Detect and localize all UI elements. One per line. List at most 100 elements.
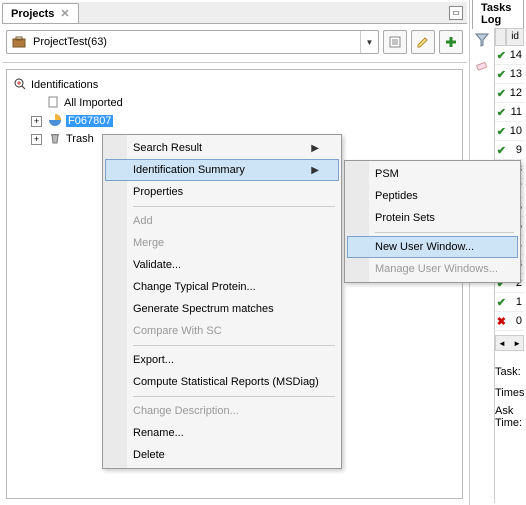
table-row[interactable]: ✔14: [495, 46, 524, 65]
horizontal-scrollbar[interactable]: ◄ ►: [495, 335, 524, 351]
check-icon: ✔: [495, 87, 508, 100]
menu-item-label: Rename...: [133, 427, 184, 439]
menu-item[interactable]: Rename...: [105, 422, 339, 444]
menu-item: Compare With SC: [105, 320, 339, 342]
document-icon: [46, 95, 60, 112]
tree-root-label: Identifications: [31, 79, 98, 91]
table-row[interactable]: ✔13: [495, 65, 524, 84]
menu-item-label: Search Result: [133, 142, 202, 154]
cell-id: 0: [508, 315, 524, 327]
menu-item-label: Delete: [133, 449, 165, 461]
scroll-left-icon[interactable]: ◄: [496, 339, 508, 348]
expand-icon[interactable]: +: [31, 134, 42, 145]
cell-id: 12: [508, 87, 524, 99]
chevron-right-icon: ▶: [311, 165, 319, 176]
menu-item[interactable]: PSM: [347, 163, 518, 185]
close-icon[interactable]: ✕: [60, 7, 69, 20]
timestamp-label: Timestamp: [495, 387, 524, 399]
menu-item-label: Compute Statistical Reports (MSDiag): [133, 376, 319, 388]
cell-id: 13: [508, 68, 524, 80]
table-row[interactable]: ✖0: [495, 312, 524, 331]
funnel-icon[interactable]: [474, 32, 490, 51]
menu-item[interactable]: Protein Sets: [347, 207, 518, 229]
table-row[interactable]: ✔12: [495, 84, 524, 103]
menu-separator: [133, 396, 335, 397]
tree-item-label: Trash: [66, 133, 94, 145]
maximize-icon[interactable]: ▭: [449, 6, 463, 20]
menu-item[interactable]: Compute Statistical Reports (MSDiag): [105, 371, 339, 393]
projects-tab-header: Projects ✕ ▭: [2, 2, 467, 24]
menu-item[interactable]: Export...: [105, 349, 339, 371]
context-menu[interactable]: Search Result ▶ Identification Summary ▶ Pro…: [102, 134, 342, 469]
project-select-label: ProjectTest(63): [31, 36, 360, 48]
chevron-right-icon: ▶: [311, 143, 319, 154]
tree-item-label: All Imported: [64, 97, 123, 109]
task-details: Task: Timestamp Ask Time:: [495, 351, 524, 441]
scroll-right-icon[interactable]: ►: [511, 339, 523, 348]
menu-item-label: Add: [133, 215, 153, 227]
pie-chart-icon: [48, 113, 62, 130]
menu-item[interactable]: Identification Summary ▶: [105, 159, 339, 181]
table-row[interactable]: ✔11: [495, 103, 524, 122]
menu-item[interactable]: Peptides: [347, 185, 518, 207]
menu-item[interactable]: Generate Spectrum matches: [105, 298, 339, 320]
identification-summary-submenu[interactable]: PSM Peptides Protein Sets New User Window..…: [344, 160, 521, 283]
menu-item-label: PSM: [375, 168, 399, 180]
menu-item-label: Change Typical Protein...: [133, 281, 256, 293]
menu-item-label: Peptides: [375, 190, 418, 202]
tree-root[interactable]: Identifications: [13, 76, 456, 94]
chevron-down-icon[interactable]: ▼: [360, 31, 378, 53]
id-column-header[interactable]: id: [506, 28, 524, 46]
tasks-tab-header: Tasks Log: [472, 2, 524, 24]
menu-item-label: Export...: [133, 354, 174, 366]
task-label: Task:: [495, 366, 521, 378]
menu-item[interactable]: New User Window...: [347, 236, 518, 258]
table-row[interactable]: ✔9: [495, 141, 524, 160]
edit-button[interactable]: [411, 30, 435, 54]
magnifier-plus-icon: [13, 77, 27, 94]
menu-item[interactable]: Validate...: [105, 254, 339, 276]
check-icon: ✔: [495, 125, 508, 138]
project-select[interactable]: ProjectTest(63) ▼: [6, 30, 379, 54]
properties-button[interactable]: [383, 30, 407, 54]
menu-item-label: Change Description...: [133, 405, 239, 417]
check-icon: ✔: [495, 296, 508, 309]
tree-item-all-imported[interactable]: All Imported: [13, 94, 456, 112]
suitcase-icon: [11, 34, 27, 50]
ask-time-label: Ask Time:: [495, 405, 524, 429]
menu-item-label: Generate Spectrum matches: [133, 303, 274, 315]
menu-item-label: Compare With SC: [133, 325, 222, 337]
check-icon: ✔: [495, 68, 508, 81]
menu-item-label: Identification Summary: [133, 164, 245, 176]
add-button[interactable]: [439, 30, 463, 54]
tree-item-selected[interactable]: + F067807: [13, 112, 456, 130]
menu-item-label: Manage User Windows...: [375, 263, 498, 275]
trash-icon: [48, 131, 62, 148]
cell-id: 1: [508, 296, 524, 308]
projects-toolbar: ProjectTest(63) ▼: [2, 24, 467, 60]
cell-id: 9: [508, 144, 524, 156]
check-icon: ✔: [495, 49, 508, 62]
table-row[interactable]: ✔10: [495, 122, 524, 141]
menu-item-label: Validate...: [133, 259, 181, 271]
eraser-icon[interactable]: [474, 57, 490, 76]
menu-item: Change Description...: [105, 400, 339, 422]
cell-id: 14: [508, 49, 524, 61]
menu-item-label: Properties: [133, 186, 183, 198]
menu-separator: [133, 206, 335, 207]
tasks-tab-label: Tasks Log: [481, 2, 515, 26]
check-icon: ✔: [495, 106, 508, 119]
check-icon: ✔: [495, 144, 508, 157]
expand-icon[interactable]: +: [31, 116, 42, 127]
menu-separator: [375, 232, 514, 233]
menu-item[interactable]: Change Typical Protein...: [105, 276, 339, 298]
menu-item[interactable]: Properties: [105, 181, 339, 203]
tree-item-label: F067807: [66, 115, 113, 127]
menu-item: Merge: [105, 232, 339, 254]
cell-id: 10: [508, 125, 524, 137]
menu-item[interactable]: Delete: [105, 444, 339, 466]
menu-item[interactable]: Search Result ▶: [105, 137, 339, 159]
error-icon: ✖: [495, 315, 508, 328]
projects-tab[interactable]: Projects ✕: [2, 3, 79, 23]
table-row[interactable]: ✔1: [495, 293, 524, 312]
